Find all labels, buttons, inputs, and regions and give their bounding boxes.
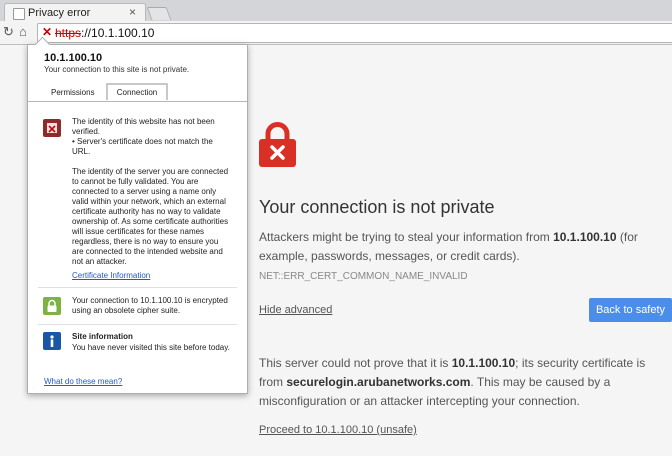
- url-host: ://10.1.100.10: [81, 26, 155, 40]
- tab-divider: [28, 101, 247, 102]
- warning-paragraph: Attackers might be trying to steal your …: [259, 228, 669, 286]
- tab-connection[interactable]: Connection: [106, 83, 168, 100]
- back-to-safety-button[interactable]: Back to safety: [589, 298, 672, 322]
- site-info-title: Site information: [72, 332, 133, 341]
- url-text[interactable]: https://10.1.100.10: [55, 26, 154, 40]
- danger-lock-icon: [259, 122, 296, 167]
- error-code: NET::ERR_CERT_COMMON_NAME_INVALID: [259, 271, 468, 282]
- hide-advanced-link[interactable]: Hide advanced: [259, 304, 332, 316]
- reload-icon[interactable]: ↻: [3, 24, 14, 40]
- address-bar[interactable]: ✕ https://10.1.100.10: [37, 23, 672, 43]
- close-icon[interactable]: ×: [129, 5, 136, 19]
- home-icon[interactable]: ⌂: [19, 24, 27, 39]
- new-tab-button[interactable]: [146, 7, 172, 20]
- url-scheme: https: [55, 26, 82, 40]
- p2-text-a: This server could not prove that it is: [259, 356, 452, 370]
- browser-toolbar: ↻ ⌂ ✕ https://10.1.100.10: [0, 21, 672, 45]
- identity-text: The identity of this website has not bee…: [72, 117, 215, 156]
- proceed-unsafe-link[interactable]: Proceed to 10.1.100.10 (unsafe): [259, 424, 417, 436]
- separator: [38, 324, 237, 325]
- tab-permissions[interactable]: Permissions: [51, 88, 95, 97]
- certificate-information-link[interactable]: Certificate Information: [72, 271, 150, 280]
- site-info-text: You have never visited this site before …: [72, 343, 230, 352]
- separator: [38, 287, 237, 288]
- certificate-warning-icon: [43, 119, 61, 137]
- tab-privacy-error[interactable]: Privacy error ×: [4, 3, 146, 22]
- page-icon: [13, 8, 25, 20]
- bubble-host: 10.1.100.10: [44, 52, 103, 64]
- tab-strip: Privacy error ×: [0, 0, 672, 22]
- what-do-these-mean-link[interactable]: What do these mean?: [44, 377, 122, 386]
- encryption-text: Your connection to 10.1.100.10 is encryp…: [72, 296, 228, 315]
- details-paragraph: This server could not prove that it is 1…: [259, 354, 669, 411]
- info-icon: [43, 332, 61, 350]
- page-title: Your connection is not private: [259, 197, 495, 217]
- bubble-subtitle: Your connection to this site is not priv…: [44, 65, 190, 74]
- p2-domain: securelogin.arubanetworks.com: [286, 375, 471, 389]
- lock-icon: [43, 297, 61, 315]
- p1-text-a: Attackers might be trying to steal your …: [259, 230, 554, 244]
- site-info-bubble: 10.1.100.10 Your connection to this site…: [27, 36, 248, 394]
- identity-detail: The identity of the server you are conne…: [72, 167, 229, 266]
- p1-host: 10.1.100.10: [553, 230, 617, 244]
- tab-title: Privacy error: [28, 7, 91, 19]
- p2-host: 10.1.100.10: [451, 356, 516, 370]
